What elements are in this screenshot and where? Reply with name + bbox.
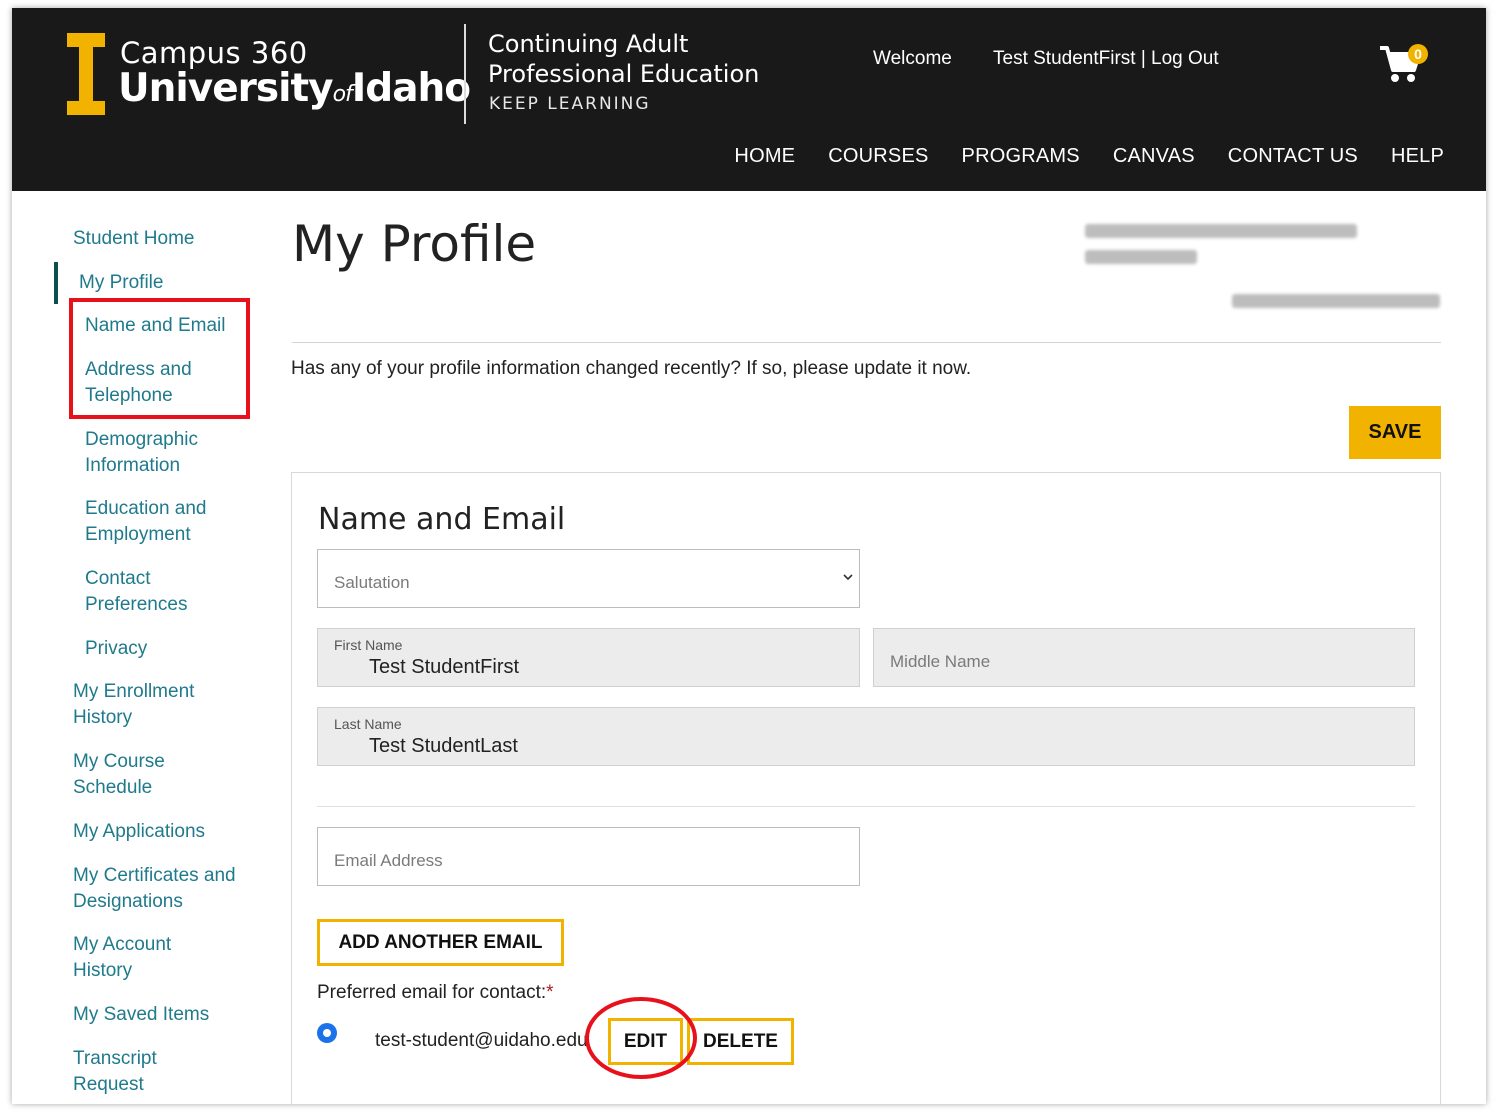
page-title: My Profile (292, 215, 537, 273)
site-header: Campus 360 UniversityofIdaho Continuing … (12, 8, 1486, 191)
nav-home[interactable]: HOME (734, 145, 795, 168)
user-logout-link[interactable]: Test StudentFirst | Log Out (993, 48, 1219, 70)
logo-university: University (118, 66, 334, 111)
sidebar-item-my-course-schedule[interactable]: My Course Schedule (73, 749, 203, 801)
chevron-down-icon (843, 574, 853, 581)
salutation-select[interactable]: Salutation (317, 549, 860, 608)
first-name-field[interactable]: First Name Test StudentFirst (317, 628, 860, 687)
sidebar-item-my-applications[interactable]: My Applications (73, 819, 205, 845)
nav-help[interactable]: HELP (1391, 145, 1444, 168)
sidebar-item-transcript-request[interactable]: Transcript Request (73, 1046, 203, 1098)
middle-name-placeholder: Middle Name (890, 652, 991, 671)
logo-campus360: Campus 360 (120, 36, 308, 70)
logo-idaho: Idaho (351, 66, 471, 111)
preferred-email-label: Preferred email for contact:* (317, 982, 554, 1004)
cape-title-line1: Continuing Adult (488, 30, 689, 58)
sidebar-item-my-saved-items[interactable]: My Saved Items (73, 1002, 209, 1028)
header-divider (464, 24, 466, 124)
preferred-email-text: Preferred email for contact: (317, 982, 547, 1003)
cape-tagline: KEEP LEARNING (489, 94, 651, 114)
middle-name-field[interactable]: Middle Name (873, 628, 1415, 687)
intro-text: Has any of your profile information chan… (291, 358, 972, 379)
browser-page: Campus 360 UniversityofIdaho Continuing … (12, 8, 1486, 1104)
delete-email-button[interactable]: DELETE (687, 1018, 794, 1065)
preferred-email-radio[interactable] (317, 1023, 337, 1043)
email-field[interactable]: Email Address (317, 827, 860, 886)
divider (292, 342, 1441, 343)
sidebar-item-student-home[interactable]: Student Home (73, 226, 194, 252)
last-name-value: Test StudentLast (369, 735, 518, 757)
nav-courses[interactable]: COURSES (828, 145, 928, 168)
sidebar-item-my-enrollment-history[interactable]: My Enrollment History (73, 679, 223, 731)
save-button[interactable]: SAVE (1349, 406, 1441, 459)
cape-title-line2: Professional Education (488, 60, 760, 88)
main-nav: HOME COURSES PROGRAMS CANVAS CONTACT US … (734, 145, 1444, 168)
nav-programs[interactable]: PROGRAMS (962, 145, 1080, 168)
sidebar-item-my-account-history[interactable]: My Account History (73, 932, 203, 984)
sidebar-item-privacy[interactable]: Privacy (85, 636, 147, 662)
university-i-logo-icon[interactable] (64, 30, 108, 118)
sidebar-item-education-and-employment[interactable]: Education and Employment (85, 496, 235, 548)
redacted-user-id (1232, 294, 1440, 308)
nav-contact-us[interactable]: CONTACT US (1228, 145, 1358, 168)
welcome-text: Welcome (873, 48, 952, 69)
redacted-user-info (1085, 250, 1197, 264)
email-value: test-student@uidaho.edu (375, 1030, 588, 1051)
salutation-placeholder: Salutation (334, 573, 410, 592)
section-title: Name and Email (318, 502, 566, 537)
divider (317, 806, 1415, 807)
annotation-red-box (69, 298, 250, 419)
sidebar-item-demographic-information[interactable]: Demographic Information (85, 427, 235, 479)
first-name-label: First Name (334, 637, 403, 653)
logo-university-of-idaho[interactable]: UniversityofIdaho (118, 66, 471, 111)
last-name-label: Last Name (334, 716, 402, 732)
nav-canvas[interactable]: CANVAS (1113, 145, 1195, 168)
redacted-user-info (1085, 224, 1357, 238)
add-another-email-button[interactable]: ADD ANOTHER EMAIL (317, 919, 564, 966)
sidebar-item-my-profile[interactable]: My Profile (79, 270, 163, 296)
email-placeholder: Email Address (334, 851, 443, 870)
cart-count-badge: 0 (1408, 44, 1428, 64)
sidebar-item-contact-preferences[interactable]: Contact Preferences (85, 566, 235, 618)
logo-of: of (332, 82, 353, 107)
last-name-field[interactable]: Last Name Test StudentLast (317, 707, 1415, 766)
required-mark: * (546, 982, 554, 1003)
annotation-red-circle (585, 997, 697, 1079)
sidebar-active-indicator (54, 262, 58, 304)
sidebar-item-my-certificates[interactable]: My Certificates and Designations (73, 863, 243, 915)
first-name-value: Test StudentFirst (369, 656, 520, 678)
